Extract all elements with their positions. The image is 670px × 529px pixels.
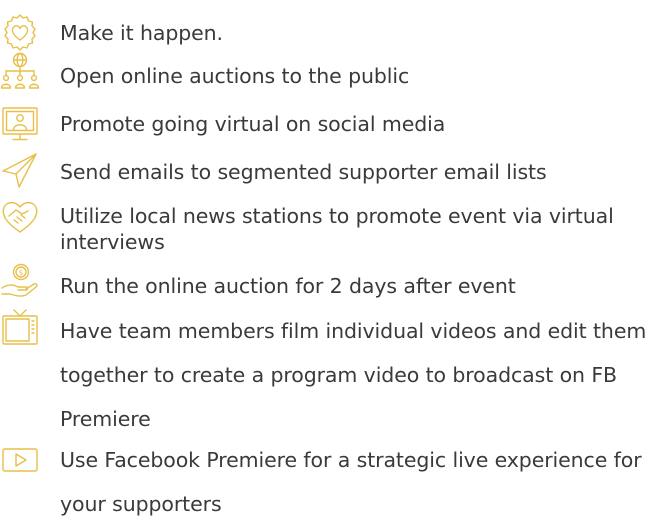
item-text: Promote going virtual on social media xyxy=(60,112,446,136)
item-text: Send emails to segmented supporter email… xyxy=(60,160,547,184)
item-text: Have team members film individual videos… xyxy=(60,319,647,431)
heart-badge-icon xyxy=(0,12,40,52)
paper-plane-icon xyxy=(0,150,40,190)
coin-hand-icon: $ xyxy=(0,262,40,302)
item-text: Run the online auction for 2 days after … xyxy=(60,274,516,298)
play-button-icon xyxy=(0,440,40,480)
item-text: Open online auctions to the public xyxy=(60,64,410,88)
item-text: Make it happen. xyxy=(60,21,223,45)
monitor-person-icon xyxy=(0,104,40,144)
television-icon xyxy=(0,308,40,348)
svg-text:$: $ xyxy=(19,269,23,277)
handshake-heart-icon xyxy=(0,196,40,236)
globe-network-icon xyxy=(0,52,40,92)
item-text: Use Facebook Premiere for a strategic li… xyxy=(60,448,642,516)
item-text: Utilize local news stations to promote e… xyxy=(60,204,614,254)
